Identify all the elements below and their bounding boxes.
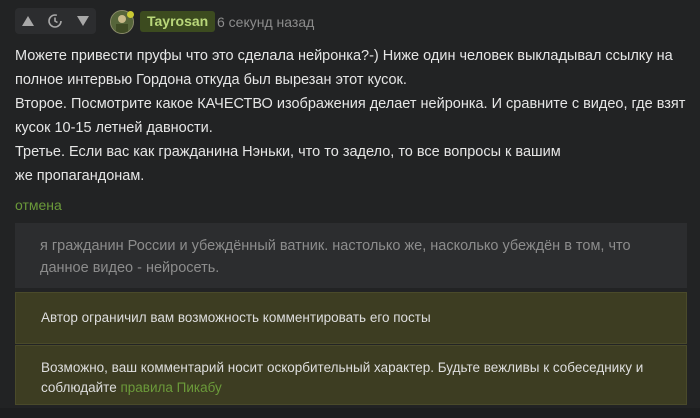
- cancel-link[interactable]: отмена: [15, 196, 62, 214]
- comment-header: Tayrosan 6 секунд назад: [0, 0, 700, 42]
- comment-paragraph: же пропагандонам.: [15, 168, 145, 184]
- clock-history-icon[interactable]: [47, 13, 63, 29]
- comment-paragraph: Третье. Если вас как гражданина Нэньки, …: [15, 144, 561, 160]
- offensive-notice-text: Возможно, ваш комментарий носит оскорбит…: [41, 358, 661, 398]
- rules-link[interactable]: правила Пикабу: [120, 380, 221, 395]
- bottom-divider: [0, 408, 700, 418]
- triangle-down-icon[interactable]: [76, 15, 90, 27]
- reply-input[interactable]: я гражданин России и убеждённый ватник. …: [15, 223, 687, 288]
- restricted-notice-text: Автор ограничил вам возможность комменти…: [41, 310, 431, 325]
- comment-time[interactable]: 6 секунд назад: [217, 13, 314, 31]
- restricted-notice: Автор ограничил вам возможность комменти…: [15, 292, 687, 344]
- author-name[interactable]: Tayrosan: [140, 11, 216, 32]
- comment-paragraph: Можете привести пруфы что это сделала не…: [15, 48, 673, 88]
- vote-bar: [15, 8, 96, 34]
- offensive-notice: Возможно, ваш комментарий носит оскорбит…: [15, 345, 687, 405]
- triangle-up-icon[interactable]: [21, 15, 35, 27]
- reply-text[interactable]: я гражданин России и убеждённый ватник. …: [40, 235, 660, 279]
- comment-body: Можете привести пруфы что это сделала не…: [15, 44, 687, 188]
- online-status-icon: [127, 11, 134, 18]
- comment-paragraph: Второе. Посмотрите какое КАЧЕСТВО изобра…: [15, 96, 686, 136]
